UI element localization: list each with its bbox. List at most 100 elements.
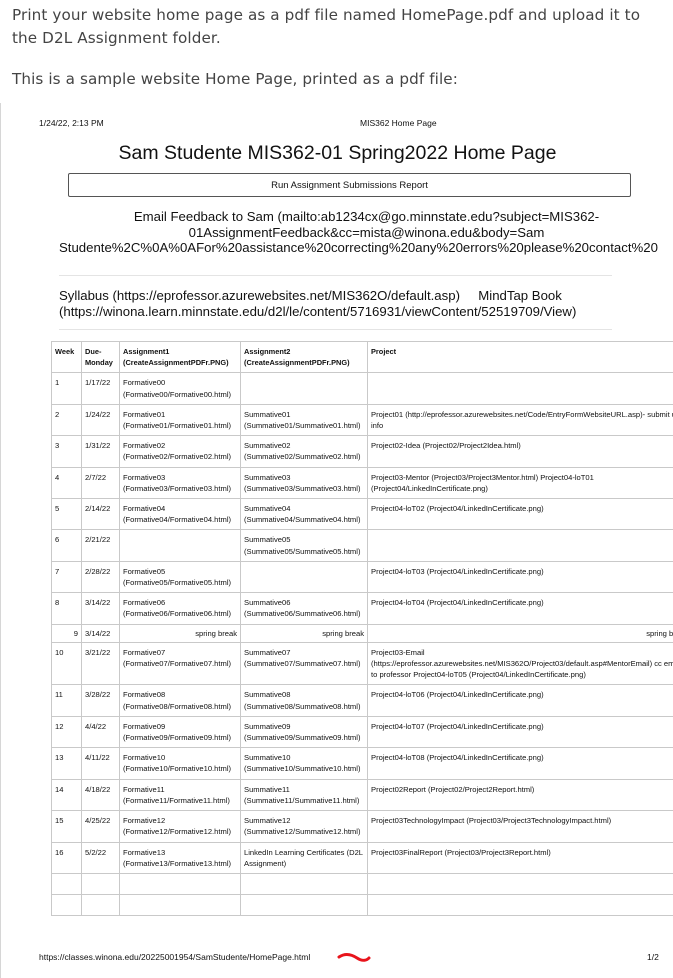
- project-cell[interactable]: Project02-Idea (Project02/Project2Idea.h…: [367, 435, 673, 468]
- assignment2-cell[interactable]: Summative09 (Summative09/Summative09.htm…: [240, 715, 368, 749]
- week-cell: 11: [51, 684, 82, 717]
- week-cell: 3: [51, 435, 82, 468]
- project-cell: [367, 372, 673, 405]
- assignment2-cell[interactable]: LinkedIn Learning Certificates (D2L Assi…: [240, 841, 368, 874]
- assignment2-cell[interactable]: Summative01 (Summative01/Summative01.htm…: [240, 403, 368, 437]
- assignment2-cell[interactable]: Summative07 (Summative07/Summative07.htm…: [240, 641, 368, 686]
- assignment1-cell[interactable]: Formative05 (Formative05/Formative05.htm…: [119, 560, 241, 594]
- table-row: 6 2/21/22 Summative05 (Summative05/Summati…: [51, 529, 673, 562]
- assignment1-cell[interactable]: Formative10 (Formative10/Formative10.htm…: [119, 747, 241, 780]
- assignment1-cell[interactable]: Formative02 (Formative02/Formative02.htm…: [119, 435, 241, 468]
- project-cell[interactable]: Project02Report (Project02/Project2Repor…: [367, 778, 673, 812]
- project-cell[interactable]: Project03FinalReport (Project03/Project3…: [367, 841, 673, 874]
- assignment1-cell: spring break: [119, 623, 241, 643]
- assignment1-cell[interactable]: Formative00 (Formative00/Formative00.htm…: [119, 372, 241, 405]
- links-section: Syllabus (https://eprofessor.azurewebsit…: [59, 288, 619, 319]
- mindtap-link[interactable]: MindTap Book: [478, 288, 562, 303]
- week-cell: 6: [51, 529, 82, 562]
- table-row: 10 3/21/22 Formative07 (Formative07/Format…: [51, 641, 673, 686]
- due-cell: 1/31/22: [81, 435, 120, 468]
- instructions: Print your website home page as a pdf fi…: [12, 4, 652, 91]
- project-cell[interactable]: Project04-loT02 (Project04/LinkedInCerti…: [367, 498, 673, 531]
- week-cell: 12: [51, 715, 82, 749]
- project-cell[interactable]: Project04-loT06 (Project04/LinkedInCerti…: [367, 684, 673, 717]
- assignment2-cell[interactable]: Summative08 (Summative08/Summative08.htm…: [240, 684, 368, 717]
- assignment1-cell[interactable]: Formative09 (Formative09/Formative09.htm…: [119, 715, 241, 749]
- assignment2-cell: [240, 893, 368, 916]
- project-cell[interactable]: Project03TechnologyImpact (Project03/Pro…: [367, 810, 673, 843]
- project-cell[interactable]: Project03-Mentor (Project03/Project3Ment…: [367, 466, 673, 500]
- header-assignment1: Assignment1 (CreateAssignmentPDFr.PNG): [119, 341, 241, 374]
- header-due: Due-Monday: [81, 341, 120, 374]
- due-cell: 2/14/22: [81, 498, 120, 531]
- due-cell: [81, 872, 120, 895]
- assignment1-cell[interactable]: Formative06 (Formative06/Formative06.htm…: [119, 592, 241, 625]
- project-cell[interactable]: Project04-loT03 (Project04/LinkedInCerti…: [367, 560, 673, 594]
- due-cell: 3/28/22: [81, 684, 120, 717]
- assignment2-cell[interactable]: Summative10 (Summative10/Summative10.htm…: [240, 747, 368, 780]
- assignment2-cell: [240, 872, 368, 895]
- assignment1-cell[interactable]: Formative08 (Formative08/Formative08.htm…: [119, 684, 241, 717]
- assignment1-cell[interactable]: Formative13 (Formative13/Formative13.htm…: [119, 841, 241, 874]
- assignment2-cell: spring break: [240, 623, 368, 643]
- table-row: 7 2/28/22 Formative05 (Formative05/Formati…: [51, 560, 673, 594]
- assignment1-cell[interactable]: Formative07 (Formative07/Formative07.htm…: [119, 641, 241, 686]
- assignment1-cell[interactable]: Formative01 (Formative01/Formative01.htm…: [119, 403, 241, 437]
- break-row: 9 3/14/22 spring break spring break spring b…: [51, 623, 673, 643]
- table-row: 13 4/11/22 Formative10 (Formative10/Format…: [51, 747, 673, 780]
- divider: [59, 329, 612, 330]
- due-cell: 2/28/22: [81, 560, 120, 594]
- due-cell: 2/7/22: [81, 466, 120, 500]
- empty-row: [51, 893, 673, 916]
- project-cell: [367, 529, 673, 562]
- mindtap-url[interactable]: (https://winona.learn.minnstate.edu/d2l/…: [59, 304, 576, 319]
- week-cell: [51, 893, 82, 916]
- due-cell: [81, 893, 120, 916]
- week-cell: [51, 872, 82, 895]
- table-header-row: Week Due-Monday Assignment1 (CreateAssig…: [51, 341, 673, 374]
- assignment1-cell[interactable]: Formative11 (Formative11/Formative11.htm…: [119, 778, 241, 812]
- assignment2-cell[interactable]: Summative04 (Summative04/Summative04.htm…: [240, 498, 368, 531]
- assignment2-cell: [240, 560, 368, 594]
- due-cell: 4/4/22: [81, 715, 120, 749]
- pdf-page-preview: 1/24/22, 2:13 PM MIS362 Home Page Sam St…: [0, 103, 673, 978]
- project-cell[interactable]: Project04-loT08 (Project04/LinkedInCerti…: [367, 747, 673, 780]
- due-cell: 2/21/22: [81, 529, 120, 562]
- week-cell: 5: [51, 498, 82, 531]
- red-annotation-mark: [337, 953, 371, 962]
- week-cell: 16: [51, 841, 82, 874]
- table-row: 5 2/14/22 Formative04 (Formative04/Formati…: [51, 498, 673, 531]
- project-cell[interactable]: Project04-loT07 (Project04/LinkedInCerti…: [367, 715, 673, 749]
- divider: [59, 275, 612, 276]
- run-report-button[interactable]: Run Assignment Submissions Report: [68, 173, 631, 197]
- project-cell[interactable]: Project04-loT04 (Project04/LinkedInCerti…: [367, 592, 673, 625]
- header-week: Week: [51, 341, 82, 374]
- assignment2-cell[interactable]: Summative12 (Summative12/Summative12.htm…: [240, 810, 368, 843]
- week-cell: 7: [51, 560, 82, 594]
- project-cell[interactable]: Project01 (http://eprofessor.azurewebsit…: [367, 403, 673, 437]
- week-cell: 1: [51, 372, 82, 405]
- due-cell: 3/14/22: [81, 623, 120, 643]
- week-cell: 15: [51, 810, 82, 843]
- due-cell: 3/14/22: [81, 592, 120, 625]
- email-feedback-link[interactable]: Email Feedback to Sam (mailto:ab1234cx@g…: [59, 209, 673, 259]
- assignment2-cell[interactable]: Summative06 (Summative06/Summative06.htm…: [240, 592, 368, 625]
- project-cell[interactable]: Project03-Email (https://eprofessor.azur…: [367, 641, 673, 686]
- assignment1-cell[interactable]: Formative12 (Formative12/Formative12.htm…: [119, 810, 241, 843]
- due-cell: 3/21/22: [81, 641, 120, 686]
- assignment2-cell[interactable]: Summative02 (Summative02/Summative02.htm…: [240, 435, 368, 468]
- assignment2-cell[interactable]: Summative11 (Summative11/Summative11.htm…: [240, 778, 368, 812]
- due-cell: 4/25/22: [81, 810, 120, 843]
- week-cell: 14: [51, 778, 82, 812]
- assignment2-cell[interactable]: Summative03 (Summative03/Summative03.htm…: [240, 466, 368, 500]
- due-cell: 1/24/22: [81, 403, 120, 437]
- assignment1-cell[interactable]: Formative03 (Formative03/Formative03.htm…: [119, 466, 241, 500]
- table-row: 15 4/25/22 Formative12 (Formative12/Format…: [51, 810, 673, 843]
- assignment1-cell[interactable]: Formative04 (Formative04/Formative04.htm…: [119, 498, 241, 531]
- week-cell: 13: [51, 747, 82, 780]
- assignment1-cell: [119, 893, 241, 916]
- assignment1-cell: [119, 529, 241, 562]
- syllabus-link[interactable]: Syllabus (https://eprofessor.azurewebsit…: [59, 288, 460, 303]
- week-cell: 2: [51, 403, 82, 437]
- assignment2-cell[interactable]: Summative05 (Summative05/Summative05.htm…: [240, 529, 368, 562]
